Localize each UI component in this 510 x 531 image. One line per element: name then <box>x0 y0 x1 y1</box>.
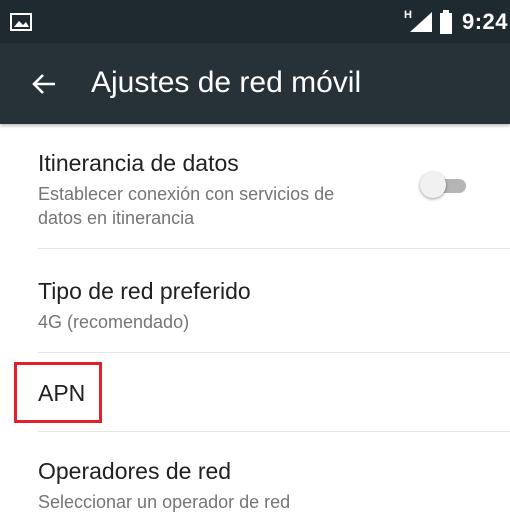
battery-icon <box>440 10 452 34</box>
data-roaming-toggle[interactable] <box>420 172 468 200</box>
image-notification-icon <box>10 13 32 31</box>
apn-highlight-box <box>14 362 102 423</box>
settings-item-apn[interactable]: APN <box>38 380 503 407</box>
app-bar: Ajustes de red móvil <box>0 43 510 124</box>
status-time: 9:24 <box>462 9 509 34</box>
arrow-back-icon[interactable] <box>32 72 56 96</box>
settings-item-preferred-network[interactable]: Tipo de red preferido 4G (recomendado) <box>38 278 503 334</box>
settings-item-network-operators[interactable]: Operadores de red Seleccionar un operado… <box>38 458 503 514</box>
divider <box>38 248 510 249</box>
toggle-thumb <box>420 172 446 198</box>
divider <box>38 431 510 432</box>
status-bar: H 9:24 <box>0 0 510 43</box>
settings-item-title: APN <box>38 380 86 406</box>
divider <box>38 352 510 353</box>
settings-item-subtitle: Seleccionar un operador de red <box>38 492 291 512</box>
page-title: Ajustes de red móvil <box>91 66 362 99</box>
settings-item-title: Operadores de red <box>38 458 232 484</box>
settings-item-subtitle-line: datos en itinerancia <box>38 208 195 228</box>
settings-item-title: Tipo de red preferido <box>38 278 251 304</box>
signal-icon <box>410 12 432 32</box>
settings-item-subtitle: 4G (recomendado) <box>38 312 190 332</box>
